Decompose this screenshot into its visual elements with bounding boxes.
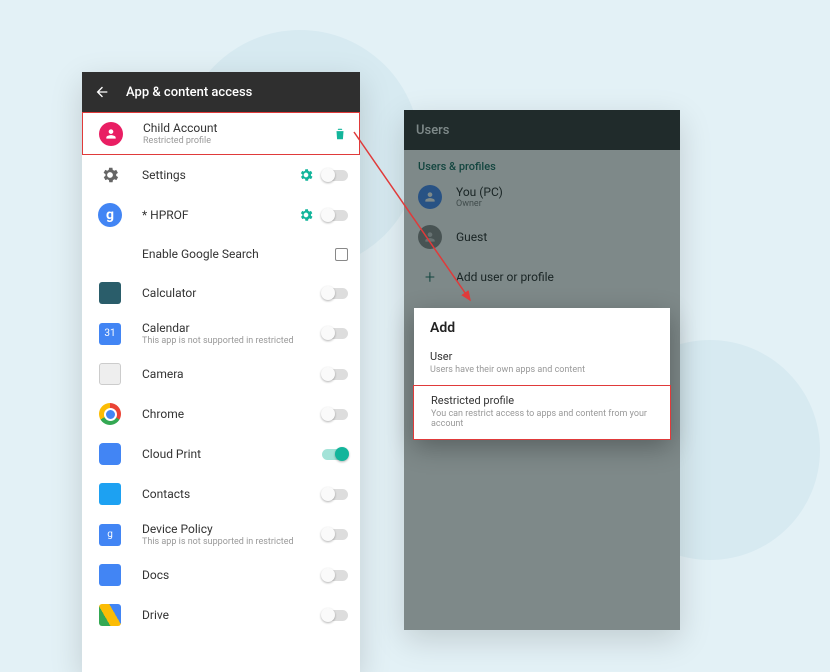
drive-icon xyxy=(99,604,121,626)
app-row-drive[interactable]: Drive xyxy=(82,595,360,635)
app-label: Cloud Print xyxy=(142,447,314,461)
hprof-toggle[interactable] xyxy=(322,210,348,221)
add-dialog: Add User Users have their own apps and c… xyxy=(414,308,670,439)
app-sub: This app is not supported in restricted xyxy=(142,537,314,547)
app-label: Camera xyxy=(142,367,314,381)
cloud-print-icon xyxy=(99,443,121,465)
app-label: Docs xyxy=(142,568,314,582)
google-search-checkbox[interactable] xyxy=(335,248,348,261)
dialog-option-restricted[interactable]: Restricted profile You can restrict acce… xyxy=(413,385,671,440)
app-label: Drive xyxy=(142,608,314,622)
device-policy-toggle[interactable] xyxy=(322,529,348,540)
app-row-contacts[interactable]: Contacts xyxy=(82,474,360,514)
contacts-toggle[interactable] xyxy=(322,489,348,500)
profile-name: Child Account xyxy=(143,121,325,135)
delete-profile-icon[interactable] xyxy=(333,127,347,141)
settings-icon xyxy=(98,163,122,187)
app-row-docs[interactable]: Docs xyxy=(82,555,360,595)
settings-label: Settings xyxy=(142,168,290,182)
google-search-row[interactable]: Enable Google Search xyxy=(82,235,360,273)
appbar-title: App & content access xyxy=(126,85,252,100)
camera-toggle[interactable] xyxy=(322,369,348,380)
app-label: Contacts xyxy=(142,487,314,501)
calendar-toggle[interactable] xyxy=(322,328,348,339)
settings-gear-icon[interactable] xyxy=(298,167,314,183)
hprof-gear-icon[interactable] xyxy=(298,207,314,223)
drive-toggle[interactable] xyxy=(322,610,348,621)
app-label: Calculator xyxy=(142,286,314,300)
app-row-device-policy[interactable]: g Device Policy This app is not supporte… xyxy=(82,514,360,555)
settings-row[interactable]: Settings xyxy=(82,155,360,195)
chrome-toggle[interactable] xyxy=(322,409,348,420)
option-sub: Users have their own apps and content xyxy=(430,365,654,375)
app-row-camera[interactable]: Camera xyxy=(82,354,360,394)
app-row-chrome[interactable]: Chrome xyxy=(82,394,360,434)
appbar: App & content access xyxy=(82,72,360,112)
docs-toggle[interactable] xyxy=(322,570,348,581)
annotation-arrow xyxy=(348,130,478,320)
app-row-cloud-print[interactable]: Cloud Print xyxy=(82,434,360,474)
hprof-label: * HPROF xyxy=(142,208,290,222)
calculator-toggle[interactable] xyxy=(322,288,348,299)
app-label: Chrome xyxy=(142,407,314,421)
google-search-label: Enable Google Search xyxy=(142,247,327,261)
calendar-icon: 31 xyxy=(99,323,121,345)
profile-row[interactable]: Child Account Restricted profile xyxy=(82,112,360,155)
profile-sub: Restricted profile xyxy=(143,136,325,146)
settings-toggle[interactable] xyxy=(322,170,348,181)
google-icon: g xyxy=(98,203,122,227)
back-arrow-icon[interactable] xyxy=(94,84,110,100)
app-row-calendar[interactable]: 31 Calendar This app is not supported in… xyxy=(82,313,360,354)
calculator-icon xyxy=(99,282,121,304)
option-sub: You can restrict access to apps and cont… xyxy=(431,409,653,429)
app-row-calculator[interactable]: Calculator xyxy=(82,273,360,313)
profile-avatar-icon xyxy=(99,122,123,146)
contacts-icon xyxy=(99,483,121,505)
dialog-option-user[interactable]: User Users have their own apps and conte… xyxy=(414,344,670,385)
camera-icon xyxy=(99,363,121,385)
app-label: Device Policy xyxy=(142,522,314,536)
app-sub: This app is not supported in restricted xyxy=(142,336,314,346)
app-label: Calendar xyxy=(142,321,314,335)
chrome-icon xyxy=(99,403,121,425)
cloud-print-toggle[interactable] xyxy=(322,449,348,460)
docs-icon xyxy=(99,564,121,586)
app-content-access-screen: App & content access Child Account Restr… xyxy=(82,72,360,672)
hprof-row[interactable]: g * HPROF xyxy=(82,195,360,235)
option-title: Restricted profile xyxy=(431,394,653,407)
device-policy-icon: g xyxy=(99,524,121,546)
option-title: User xyxy=(430,350,654,363)
